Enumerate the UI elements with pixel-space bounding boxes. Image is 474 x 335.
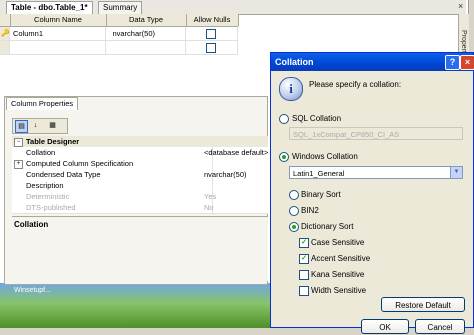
binary-sort-radio[interactable]	[289, 190, 299, 200]
property-value[interactable]: <database default>	[202, 147, 270, 158]
windows-collation-value: Latin1_General	[293, 169, 345, 178]
description-title: Collation	[14, 220, 49, 229]
width-sensitive-label: Width Sensitive	[311, 286, 367, 295]
allow-nulls-cell	[186, 27, 238, 40]
property-name: DTS-published	[26, 202, 213, 213]
accent-sensitive-label: Accent Sensitive	[311, 254, 371, 263]
header-column-name: Column Name	[10, 14, 107, 26]
binary-sort-label: Binary Sort	[301, 190, 341, 199]
kana-sensitive-label: Kana Sensitive	[311, 270, 365, 279]
collation-dialog: Collation ? × i Please specify a collati…	[270, 52, 474, 334]
data-type-cell[interactable]: nvarchar(50)	[106, 27, 186, 40]
section-title: Table Designer	[26, 137, 80, 146]
property-name: Condensed Data Type	[26, 169, 213, 180]
dialog-title: Collation	[275, 57, 314, 67]
table-row[interactable]: 🔑 Column1 nvarchar(50)	[0, 27, 238, 41]
tab-column-properties[interactable]: Column Properties	[6, 97, 79, 110]
accent-sensitive-checkbox[interactable]: ✓	[299, 254, 309, 264]
case-sensitive-label: Case Sensitive	[311, 238, 365, 247]
property-pages-icon[interactable]: ▦	[47, 120, 58, 131]
ok-button[interactable]: OK	[361, 319, 409, 334]
dictionary-sort-label: Dictionary Sort	[301, 222, 354, 231]
row-header	[0, 41, 10, 54]
primary-key-icon: 🔑	[0, 27, 10, 40]
cancel-button[interactable]: Cancel	[415, 319, 465, 334]
close-document-icon[interactable]: ×	[458, 1, 463, 11]
property-row[interactable]: DTS-published No	[12, 202, 268, 214]
sql-collation-select: SQL_1xCompat_CP850_CI_AS	[289, 127, 463, 140]
allow-nulls-checkbox[interactable]	[206, 29, 216, 39]
sql-collation-radio[interactable]	[279, 114, 289, 124]
document-tabs: Table - dbo.Table_1* Summary ×	[0, 0, 466, 15]
column-name-cell[interactable]: Column1	[10, 27, 106, 40]
expand-icon[interactable]: +	[14, 160, 23, 169]
properties-toolbar: ▤ ↓ ▦	[12, 118, 68, 134]
collapse-icon[interactable]: −	[14, 138, 23, 147]
header-allow-nulls: Allow Nulls	[186, 14, 239, 26]
property-value[interactable]: nvarchar(50)	[202, 169, 270, 180]
allow-nulls-checkbox-empty[interactable]	[206, 43, 216, 53]
column-grid-header: Column Name Data Type Allow Nulls	[0, 14, 239, 27]
help-button[interactable]: ?	[445, 55, 460, 70]
windows-collation-radio[interactable]	[279, 152, 289, 162]
property-value[interactable]	[202, 180, 270, 191]
data-type-cell-empty[interactable]	[106, 41, 186, 54]
dictionary-sort-radio[interactable]	[289, 222, 299, 232]
windows-collation-select[interactable]: Latin1_General ▼	[289, 166, 463, 179]
kana-sensitive-checkbox[interactable]	[299, 270, 309, 280]
close-button[interactable]: ×	[460, 55, 474, 70]
bin2-label: BIN2	[301, 206, 319, 215]
sql-collation-label: SQL Collation	[292, 114, 342, 123]
taskbar-item[interactable]: Winsetupf...	[10, 284, 94, 298]
sql-collation-value: SQL_1xCompat_CP850_CI_AS	[293, 130, 400, 139]
chevron-down-icon[interactable]: ▼	[450, 167, 462, 178]
tab-table-designer[interactable]: Table - dbo.Table_1*	[6, 1, 93, 14]
property-name: Deterministic	[26, 191, 213, 202]
allow-nulls-cell-empty	[186, 41, 238, 54]
restore-default-button[interactable]: Restore Default	[381, 297, 465, 312]
width-sensitive-checkbox[interactable]	[299, 286, 309, 296]
column-name-cell-empty[interactable]	[10, 41, 106, 54]
case-sensitive-checkbox[interactable]: ✓	[299, 238, 309, 248]
property-value: No	[204, 203, 214, 212]
property-name: Collation	[26, 147, 213, 158]
alphabetical-icon[interactable]: ↓	[30, 120, 41, 131]
tab-summary[interactable]: Summary	[98, 1, 143, 14]
categorized-icon[interactable]: ▤	[15, 120, 28, 133]
info-icon: i	[279, 77, 303, 101]
property-name: Computed Column Specification	[26, 158, 213, 169]
dialog-prompt: Please specify a collation:	[309, 80, 402, 89]
bin2-radio[interactable]	[289, 206, 299, 216]
property-value: Yes	[204, 192, 217, 201]
property-name: Description	[26, 180, 213, 191]
windows-collation-label: Windows Collation	[292, 152, 358, 161]
property-description-area: Collation	[12, 216, 268, 281]
property-value[interactable]	[202, 158, 270, 169]
table-row-empty[interactable]	[0, 41, 238, 55]
dialog-title-bar: Collation ? ×	[271, 53, 474, 71]
header-data-type: Data Type	[106, 14, 187, 26]
